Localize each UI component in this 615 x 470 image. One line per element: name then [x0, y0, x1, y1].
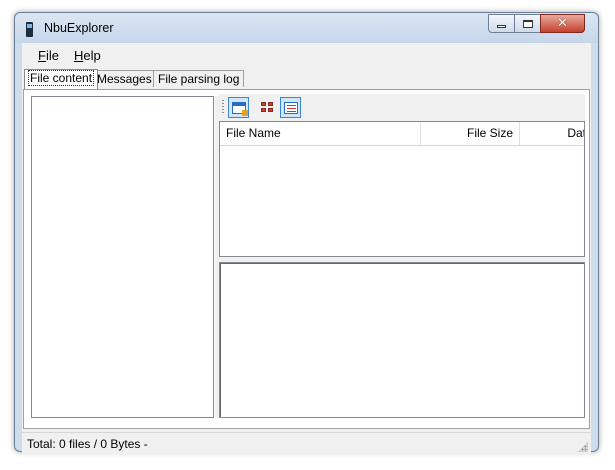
window-title: NbuExplorer — [44, 21, 114, 35]
export-button[interactable] — [228, 97, 249, 118]
file-preview-panel[interactable] — [219, 262, 585, 418]
tab-file-parsing-log-label: File parsing log — [158, 72, 240, 86]
list-header: File Name File Size Dat — [220, 122, 584, 146]
toolbar-grip[interactable] — [222, 100, 224, 114]
file-list-view[interactable]: File Name File Size Dat — [219, 121, 585, 257]
maximize-icon — [522, 19, 533, 28]
minimize-icon — [497, 25, 506, 28]
column-header-file-size[interactable]: File Size — [421, 122, 520, 145]
menu-file[interactable]: File — [38, 48, 59, 63]
toolbar — [219, 94, 585, 121]
client-area: File Help File content Messages File par… — [22, 43, 591, 455]
app-window: NbuExplorer ✕ File Help File content Mes… — [14, 12, 599, 455]
details-view-button[interactable] — [280, 97, 301, 118]
right-pane: File Name File Size Dat — [219, 94, 585, 418]
tab-file-content[interactable]: File content — [24, 69, 99, 89]
menu-help[interactable]: Help — [74, 48, 101, 63]
status-text: Total: 0 files / 0 Bytes - — [27, 437, 148, 451]
close-icon: ✕ — [557, 16, 568, 31]
title-bar[interactable]: NbuExplorer ✕ — [15, 13, 598, 43]
column-header-date[interactable]: Dat — [520, 122, 584, 145]
export-icon — [231, 101, 248, 116]
status-bar: Total: 0 files / 0 Bytes - — [22, 432, 591, 455]
menu-help-mnemonic: H — [74, 48, 84, 63]
file-tree-view[interactable] — [31, 96, 214, 418]
menu-help-label: elp — [83, 48, 101, 63]
resize-grip-icon[interactable] — [578, 442, 588, 452]
minimize-button[interactable] — [488, 14, 515, 33]
menu-file-mnemonic: F — [38, 48, 46, 63]
tab-page-file-content: File Name File Size Dat — [23, 89, 590, 429]
large-icons-view-icon — [261, 102, 274, 113]
tab-messages[interactable]: Messages — [92, 70, 157, 87]
app-phone-icon[interactable] — [26, 22, 33, 37]
tab-file-parsing-log[interactable]: File parsing log — [153, 70, 245, 87]
details-view-icon — [283, 101, 298, 114]
menu-bar: File Help — [22, 43, 591, 67]
tab-messages-label: Messages — [97, 72, 152, 86]
tab-file-content-label: File content — [27, 70, 95, 86]
column-header-file-name[interactable]: File Name — [220, 122, 421, 145]
maximize-button[interactable] — [514, 14, 541, 33]
close-button[interactable]: ✕ — [540, 14, 585, 33]
menu-file-label: ile — [45, 48, 59, 63]
large-icons-view-button[interactable] — [257, 97, 278, 118]
